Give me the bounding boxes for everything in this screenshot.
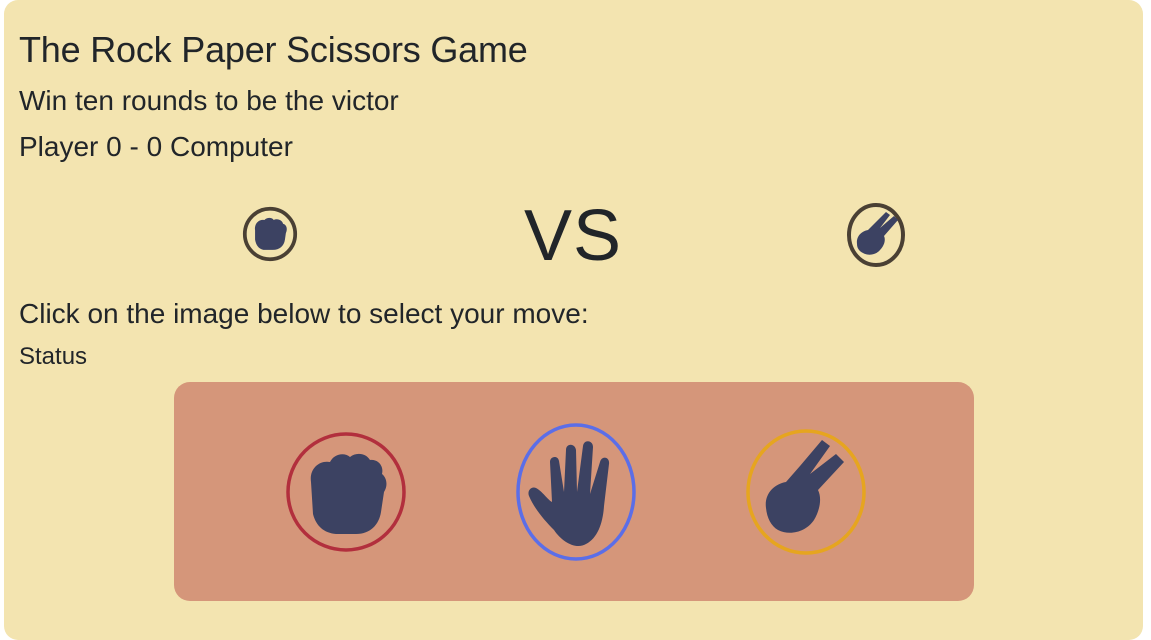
scissors-button[interactable] (744, 428, 868, 556)
status-text: Status (19, 343, 88, 370)
paper-icon (516, 423, 636, 561)
computer-score: 0 (146, 131, 163, 162)
computer-choice (846, 202, 906, 268)
score-separator: - (129, 131, 139, 162)
scissors-icon (746, 429, 866, 555)
rock-button[interactable] (284, 430, 408, 554)
scissors-icon (847, 203, 905, 267)
game-subtitle: Win ten rounds to be the victor (19, 85, 399, 116)
page-title: The Rock Paper Scissors Game (19, 29, 528, 70)
computer-label: Computer (169, 131, 293, 162)
player-choice (242, 206, 298, 262)
vs-label: VS (524, 196, 623, 276)
move-selection-panel (174, 382, 974, 601)
game-card: The Rock Paper Scissors Game Win ten rou… (4, 0, 1143, 640)
scoreboard: Player 0 - 0 Computer (19, 130, 293, 164)
rock-icon (286, 432, 406, 552)
paper-button[interactable] (514, 422, 638, 562)
player-score: 0 (106, 131, 122, 162)
rock-icon (242, 206, 298, 262)
player-label: Player (19, 131, 99, 162)
move-instruction: Click on the image below to select your … (19, 298, 589, 329)
